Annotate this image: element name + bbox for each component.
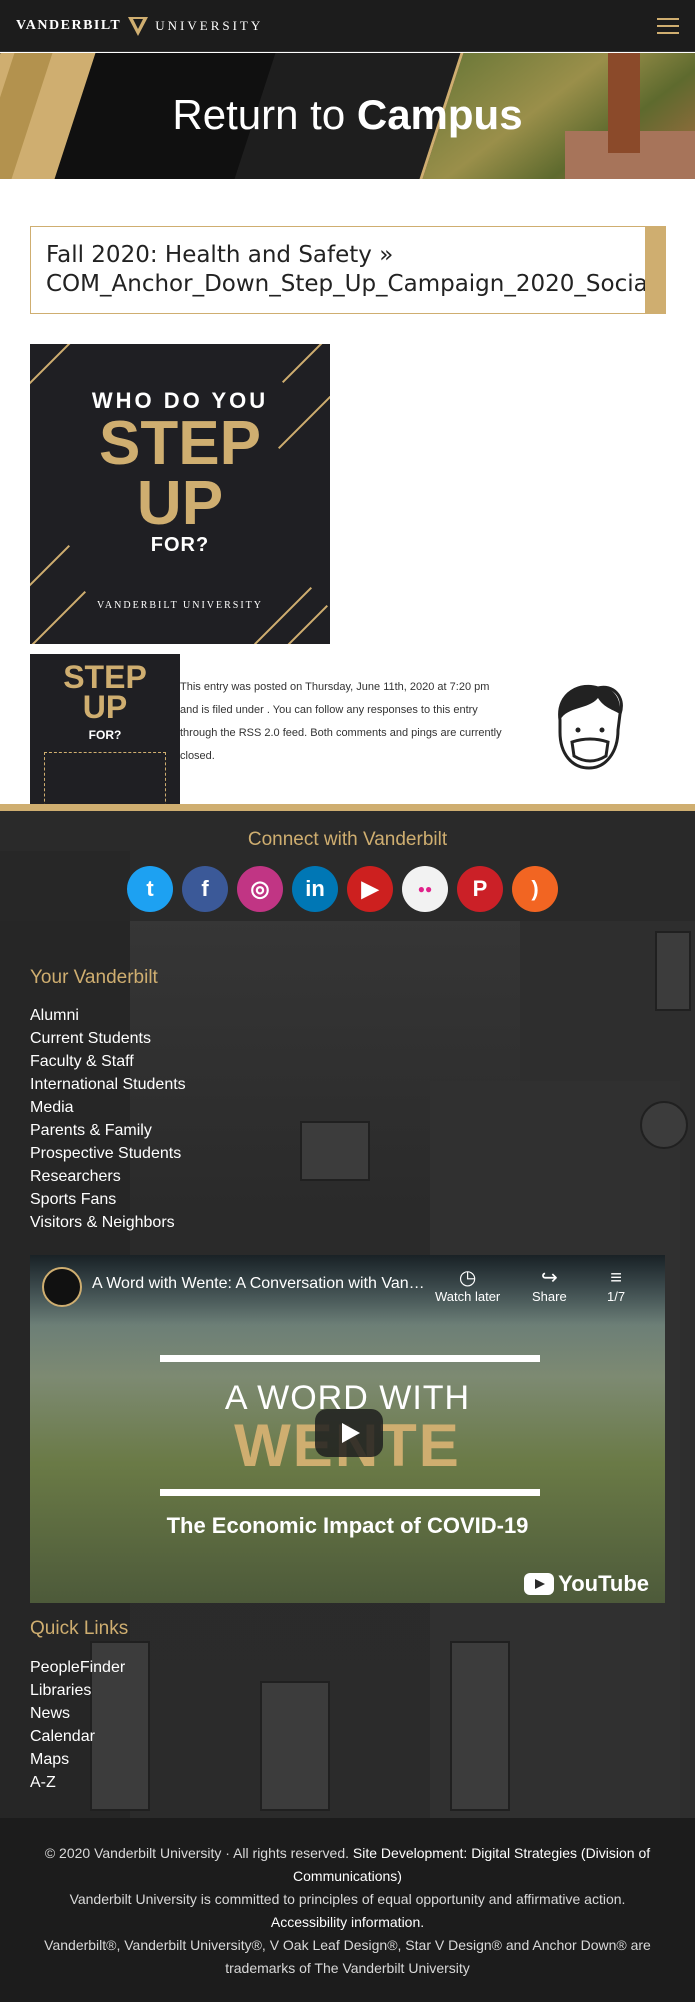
hero-title: Return to Campus (172, 91, 523, 138)
footer-link[interactable]: Calendar (30, 1725, 125, 1748)
footer-link[interactable]: Current Students (30, 1027, 186, 1050)
twitter-icon[interactable]: t (127, 866, 173, 912)
watch-later-button[interactable]: ◷ Watch later (435, 1267, 500, 1304)
channel-avatar[interactable] (42, 1267, 82, 1307)
youtube-logo[interactable]: YouTube (524, 1571, 649, 1597)
connect-section: Connect with Vanderbilt t f ◎ in ▶ ●● P) (0, 811, 695, 921)
footer-link[interactable]: News (30, 1702, 125, 1725)
footer-link[interactable]: Visitors & Neighbors (30, 1211, 186, 1234)
footer-link[interactable]: Faculty & Staff (30, 1050, 186, 1073)
site-header: VANDERBILT UNIVERSITY (0, 0, 695, 52)
campaign-line-step-up: STEP UP (99, 409, 261, 538)
vanderbilt-logo[interactable]: VANDERBILT UNIVERSITY (16, 15, 263, 37)
star-v-icon (128, 16, 149, 36)
eeo-line: Vanderbilt University is committed to pr… (69, 1891, 626, 1930)
youtube-icon[interactable]: ▶ (347, 866, 393, 912)
site-footer: Connect with Vanderbilt t f ◎ in ▶ ●● P) Your … (0, 804, 695, 1818)
footer-link[interactable]: PeopleFinder (30, 1656, 125, 1679)
campaign-line-for: FOR? (150, 534, 210, 556)
footer-link[interactable]: Researchers (30, 1165, 186, 1188)
breadcrumb-parent-link[interactable]: Fall 2020: Health and Safety (46, 242, 372, 268)
footer-link[interactable]: Parents & Family (30, 1119, 186, 1142)
masked-face-icon (558, 684, 623, 770)
footer-link[interactable]: International Students (30, 1073, 186, 1096)
your-vanderbilt-title: Your Vanderbilt (30, 967, 158, 988)
playlist-button[interactable]: ≡ 1/7 (607, 1267, 625, 1304)
hero-banner: Return to Campus (0, 53, 695, 179)
footer-link[interactable]: A-Z (30, 1771, 125, 1794)
thumb-for: FOR? (88, 728, 122, 742)
trademark-line: Vanderbilt®, Vanderbilt University®, V O… (44, 1937, 651, 1976)
youtube-play-icon (524, 1573, 555, 1595)
rss-icon[interactable]: ) (512, 866, 558, 912)
linkedin-icon[interactable]: in (292, 866, 338, 912)
copyright-line: © 2020 Vanderbilt University · All right… (44, 1845, 651, 1884)
breadcrumb-current: COM_Anchor_Down_Step_Up_Campaign_2020_So… (46, 271, 666, 297)
facebook-icon[interactable]: f (182, 866, 228, 912)
pinterest-icon[interactable]: P (457, 866, 503, 912)
footer-link[interactable]: Maps (30, 1748, 125, 1771)
youtube-video-embed[interactable]: A Word with Wente: A Conversation with V… (30, 1255, 665, 1603)
logo-word-vanderbilt: VANDERBILT (16, 17, 122, 33)
video-overlay-line3: The Economic Impact of COVID-19 (166, 1513, 529, 1538)
accent-bar (645, 227, 665, 313)
your-vanderbilt-links: Alumni Current Students Faculty & Staff Int… (30, 1004, 186, 1234)
play-button[interactable] (315, 1409, 383, 1457)
footer-link[interactable]: Alumni (30, 1004, 186, 1027)
video-title[interactable]: A Word with Wente: A Conversation with V… (92, 1275, 432, 1293)
instagram-icon[interactable]: ◎ (237, 866, 283, 912)
footer-link[interactable]: Media (30, 1096, 186, 1119)
footer-link[interactable]: Libraries (30, 1679, 125, 1702)
connect-title: Connect with Vanderbilt (247, 829, 448, 850)
quick-links-list: PeopleFinder Libraries News Calendar Maps A-Z (30, 1656, 125, 1794)
entry-meta-text: This entry was posted on Thursday, June … (180, 681, 502, 762)
legal-footer: © 2020 Vanderbilt University · All right… (0, 1818, 695, 2002)
social-icons: t f ◎ in ▶ ●● P) (127, 866, 558, 912)
accessibility-link[interactable]: Accessibility information. (271, 1914, 424, 1930)
breadcrumb-separator: » (379, 242, 394, 268)
clock-icon: ◷ (458, 1267, 477, 1289)
quick-links-title: Quick Links (30, 1618, 129, 1639)
playlist-icon: ≡ (610, 1267, 622, 1289)
logo-word-university: UNIVERSITY (155, 17, 264, 33)
share-button[interactable]: ↪ Share (532, 1267, 567, 1304)
campaign-image[interactable]: WHO DO YOU STEP UP FOR? VANDERBILT UNIVER… (30, 344, 330, 644)
flickr-icon[interactable]: ●● (402, 866, 448, 912)
breadcrumb-title-box: Fall 2020: Health and Safety » COM_Ancho… (30, 226, 666, 314)
attachment-thumbnail[interactable]: STEP UP FOR? (30, 654, 180, 804)
footer-link[interactable]: Sports Fans (30, 1188, 186, 1211)
footer-link[interactable]: Prospective Students (30, 1142, 186, 1165)
campaign-logo-text: VANDERBILT UNIVERSITY (97, 600, 263, 611)
share-arrow-icon: ↪ (540, 1267, 558, 1289)
thumb-step-up: STEP UP (63, 659, 147, 725)
hamburger-menu-icon[interactable] (657, 17, 679, 34)
